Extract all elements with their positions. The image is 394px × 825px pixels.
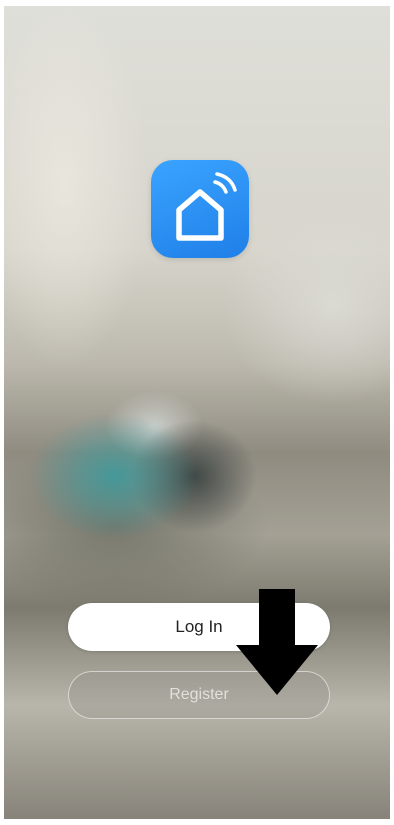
down-arrow-icon (236, 589, 318, 695)
smart-home-wifi-icon (176, 172, 237, 241)
app-logo (151, 160, 249, 258)
welcome-screen: Log In Register (4, 6, 390, 819)
login-button-label: Log In (175, 617, 223, 636)
register-button-label: Register (169, 686, 229, 703)
